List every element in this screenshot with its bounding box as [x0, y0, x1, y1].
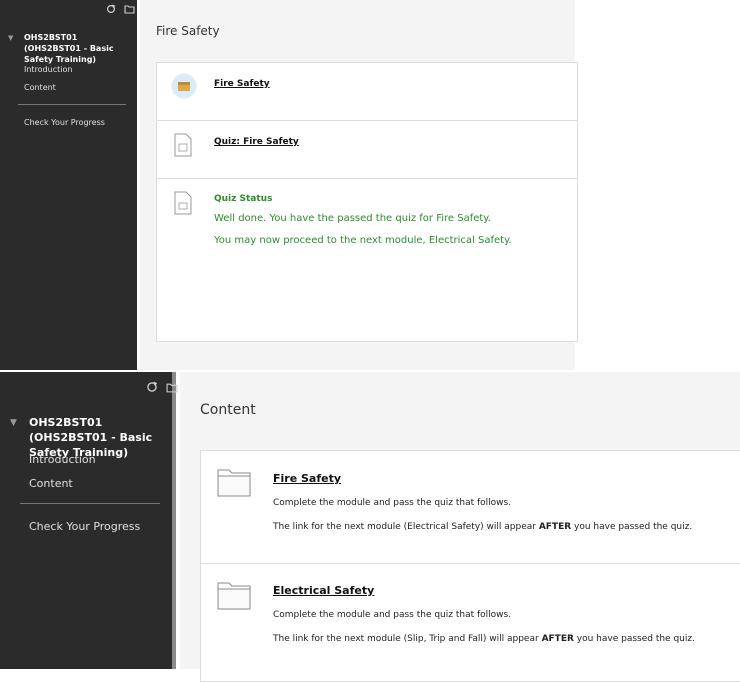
item-note-text: The link for the next module (Electrical…: [273, 522, 539, 532]
refresh-icon[interactable]: [146, 378, 158, 397]
list-item: Electrical Safety Complete the module an…: [201, 564, 740, 681]
item-note-text: The link for the next module (Slip, Trip…: [273, 634, 542, 644]
item-title-fire-safety[interactable]: Fire Safety: [273, 472, 341, 485]
sidebar-item-content[interactable]: Content: [29, 477, 73, 490]
quiz-status-line-1: Well done. You have the passed the quiz …: [214, 213, 491, 224]
sidebar-item-introduction[interactable]: Introduction: [24, 65, 72, 74]
quiz-document-icon: [174, 191, 192, 219]
collapse-caret-icon[interactable]: ▼: [8, 34, 13, 42]
top-screenshot: ▼ OHS2BST01 (OHS2BST01 - Basic Safety Tr…: [0, 0, 578, 370]
item-note: The link for the next module (Electrical…: [273, 522, 692, 532]
item-title-electrical-safety[interactable]: Electrical Safety: [273, 584, 374, 597]
item-note-text-end: you have passed the quiz.: [573, 634, 695, 644]
quiz-status-title: Quiz Status: [214, 194, 273, 204]
list-item: Quiz Status Well done. You have the pass…: [157, 179, 577, 339]
list-item: Fire Safety: [157, 63, 577, 121]
quiz-status-line-2: You may now proceed to the next module, …: [214, 235, 512, 246]
bottom-screenshot: ▼ OHS2BST01 (OHS2BST01 - Basic Safety Tr…: [0, 372, 740, 682]
sidebar-divider: [18, 104, 126, 105]
content-list: Fire Safety Complete the module and pass…: [200, 450, 740, 682]
item-note-emphasis: AFTER: [538, 522, 572, 532]
sidebar-toolbar: [146, 378, 178, 397]
item-title-fire-safety[interactable]: Fire Safety: [214, 79, 270, 89]
course-title[interactable]: OHS2BST01 (OHS2BST01 - Basic Safety Trai…: [24, 32, 134, 65]
refresh-icon[interactable]: [106, 4, 116, 17]
quiz-document-icon: [174, 133, 192, 161]
sidebar-item-check-your-progress[interactable]: Check Your Progress: [24, 118, 105, 127]
sidebar-item-content[interactable]: Content: [24, 83, 56, 92]
folder-icon[interactable]: [166, 378, 178, 397]
item-note-emphasis: AFTER: [541, 634, 574, 644]
folder-icon[interactable]: [124, 4, 135, 17]
list-item: Fire Safety Complete the module and pass…: [201, 451, 740, 564]
sidebar-toolbar: [106, 4, 135, 17]
content-list: Fire Safety Quiz: Fire Safety Quiz Statu…: [156, 62, 578, 342]
item-title-quiz-fire-safety[interactable]: Quiz: Fire Safety: [214, 137, 299, 147]
item-note-text-end: you have passed the quiz.: [571, 522, 693, 532]
folder-item-icon: [217, 467, 251, 501]
item-note: The link for the next module (Slip, Trip…: [273, 634, 695, 644]
course-sidebar: ▼ OHS2BST01 (OHS2BST01 - Basic Safety Tr…: [0, 372, 178, 669]
content-area: Content Fire Safety Complete the module …: [180, 372, 740, 682]
list-item: Quiz: Fire Safety: [157, 121, 577, 179]
collapse-caret-icon[interactable]: ▼: [10, 418, 17, 428]
item-description: Complete the module and pass the quiz th…: [273, 498, 512, 508]
page-title: Content: [200, 402, 256, 418]
sidebar-item-check-your-progress[interactable]: Check Your Progress: [29, 520, 140, 533]
sidebar-item-introduction[interactable]: Introduction: [29, 453, 96, 466]
item-description: Complete the module and pass the quiz th…: [273, 610, 512, 620]
course-sidebar: ▼ OHS2BST01 (OHS2BST01 - Basic Safety Tr…: [0, 0, 137, 370]
page-title: Fire Safety: [156, 24, 220, 38]
content-area: Fire Safety Fire Safety Quiz: Fire Safet…: [140, 0, 578, 370]
module-thumbnail-icon: [171, 73, 197, 103]
folder-item-icon: [217, 580, 251, 614]
sidebar-divider: [20, 503, 160, 504]
